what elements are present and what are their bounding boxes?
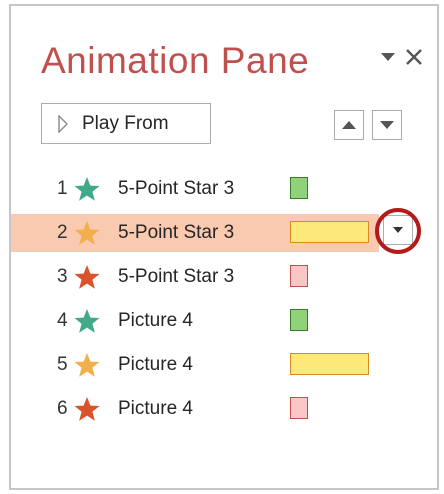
star-icon xyxy=(74,397,100,421)
animation-item-label: 5-Point Star 3 xyxy=(118,266,235,287)
star-icon xyxy=(74,221,100,245)
animation-list: 1 5-Point Star 3 2 5-Point Star 3 3 5-Po… xyxy=(11,167,437,431)
play-from-button[interactable]: Play From xyxy=(41,103,211,144)
animation-order-number: 4 xyxy=(57,310,68,331)
timeline-bar xyxy=(290,221,369,243)
timeline-bar xyxy=(290,177,308,199)
chevron-down-icon xyxy=(393,227,403,233)
item-dropdown-button[interactable] xyxy=(383,215,413,245)
animation-order-number: 3 xyxy=(57,266,68,287)
animation-item-label: Picture 4 xyxy=(118,354,193,375)
animation-item-label: Picture 4 xyxy=(118,310,193,331)
animation-item-label: 5-Point Star 3 xyxy=(118,178,235,199)
animation-item[interactable]: 5 Picture 4 xyxy=(11,343,437,387)
animation-pane: Animation Pane Play From 1 5-Point Star … xyxy=(9,4,439,490)
animation-order-number: 6 xyxy=(57,398,68,419)
animation-item-selected[interactable]: 2 5-Point Star 3 xyxy=(11,208,437,255)
timeline-bar xyxy=(290,353,369,375)
star-icon xyxy=(74,353,100,377)
pane-title: Animation Pane xyxy=(41,40,310,81)
timeline-bar xyxy=(290,265,308,287)
play-icon xyxy=(58,114,72,134)
close-icon[interactable] xyxy=(403,46,425,68)
arrow-down-icon xyxy=(380,121,394,129)
pane-title-controls xyxy=(379,46,425,68)
star-icon xyxy=(74,177,100,201)
timeline-bar xyxy=(290,397,308,419)
animation-order-number: 5 xyxy=(57,354,68,375)
star-icon xyxy=(74,309,100,333)
animation-item-label: 5-Point Star 3 xyxy=(118,222,235,243)
animation-item[interactable]: 1 5-Point Star 3 xyxy=(11,167,437,211)
animation-item[interactable]: 3 5-Point Star 3 xyxy=(11,255,437,299)
animation-order-number: 1 xyxy=(57,178,68,199)
pane-options-icon[interactable] xyxy=(379,48,397,66)
animation-item[interactable]: 4 Picture 4 xyxy=(11,299,437,343)
animation-item[interactable]: 6 Picture 4 xyxy=(11,387,437,431)
star-icon xyxy=(74,265,100,289)
animation-item-label: Picture 4 xyxy=(118,398,193,419)
animation-order-number: 2 xyxy=(57,222,68,243)
play-from-label: Play From xyxy=(82,112,169,134)
arrow-up-icon xyxy=(342,121,356,129)
timeline-bar xyxy=(290,309,308,331)
move-later-button[interactable] xyxy=(372,110,402,140)
move-earlier-button[interactable] xyxy=(334,110,364,140)
